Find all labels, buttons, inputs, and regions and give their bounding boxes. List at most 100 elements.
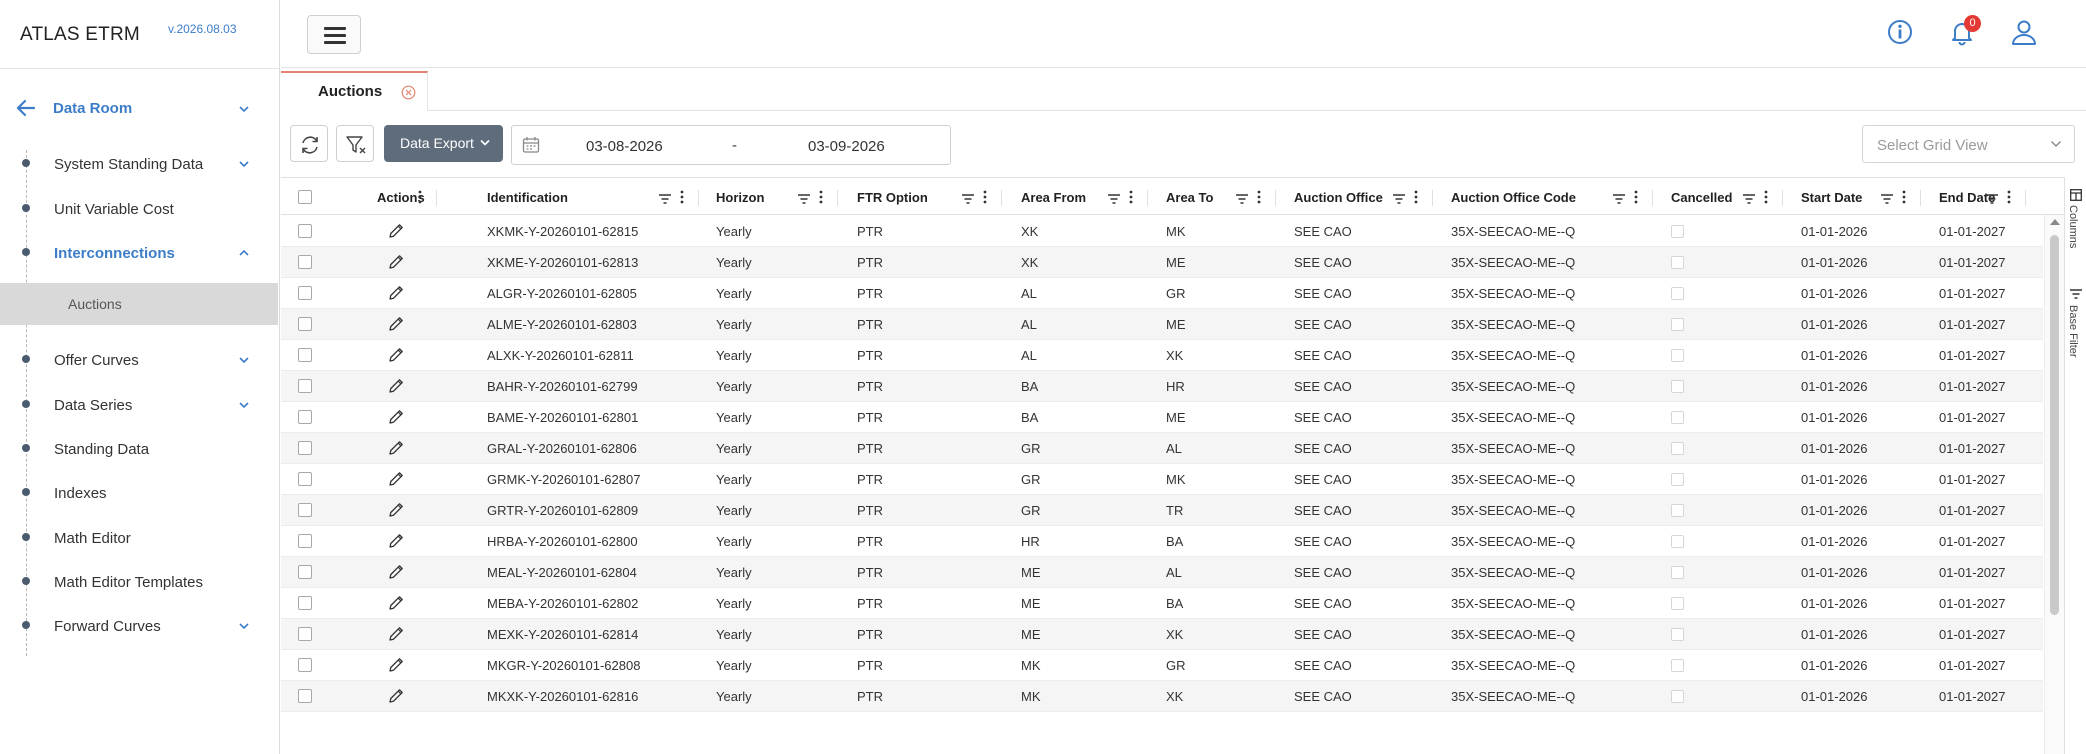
filter-icon[interactable] bbox=[2070, 289, 2082, 299]
filter-icon[interactable] bbox=[1986, 191, 1998, 207]
sidebar-item-standing-data[interactable]: Standing Data bbox=[0, 432, 280, 466]
clear-filter-button[interactable] bbox=[336, 125, 374, 162]
table-row[interactable]: MEBA-Y-20260101-62802 Yearly PTR ME BA SEE CA… bbox=[281, 588, 2043, 619]
column-menu-icon[interactable] bbox=[1414, 190, 1418, 207]
edit-icon[interactable] bbox=[387, 594, 405, 615]
sidebar-item-math-editor[interactable]: Math Editor bbox=[0, 521, 280, 555]
edit-icon[interactable] bbox=[387, 315, 405, 336]
date-to-field[interactable]: 03-09-2026 bbox=[808, 138, 885, 155]
row-checkbox[interactable] bbox=[298, 255, 312, 269]
column-header-identification[interactable]: Identification bbox=[469, 178, 699, 216]
column-header-start-date[interactable]: Start Date bbox=[1783, 178, 1921, 216]
row-checkbox[interactable] bbox=[298, 627, 312, 641]
select-all-checkbox[interactable] bbox=[298, 190, 312, 204]
row-checkbox[interactable] bbox=[298, 596, 312, 610]
edit-icon[interactable] bbox=[387, 625, 405, 646]
sidebar-item-offer-curves[interactable]: Offer Curves bbox=[0, 343, 280, 377]
edit-icon[interactable] bbox=[387, 501, 405, 522]
scroll-thumb[interactable] bbox=[2050, 235, 2059, 615]
column-menu-icon[interactable] bbox=[1902, 190, 1906, 207]
column-menu-icon[interactable] bbox=[2007, 190, 2011, 207]
edit-icon[interactable] bbox=[387, 532, 405, 553]
sidebar-item-unit-variable-cost[interactable]: Unit Variable Cost bbox=[0, 192, 280, 226]
tab-auctions[interactable]: Auctions bbox=[281, 71, 428, 111]
filter-icon[interactable] bbox=[798, 191, 810, 207]
column-header-area-from[interactable]: Area From bbox=[1003, 178, 1148, 216]
table-row[interactable]: BAHR-Y-20260101-62799 Yearly PTR BA HR SEE CA… bbox=[281, 371, 2043, 402]
column-menu-icon[interactable] bbox=[1129, 190, 1133, 207]
table-row[interactable]: GRMK-Y-20260101-62807 Yearly PTR GR MK SEE CA… bbox=[281, 464, 2043, 495]
edit-icon[interactable] bbox=[387, 563, 405, 584]
column-menu-icon[interactable] bbox=[1634, 190, 1638, 207]
chevron-down-icon[interactable] bbox=[238, 158, 250, 170]
close-icon[interactable] bbox=[401, 85, 416, 100]
table-row[interactable]: MEAL-Y-20260101-62804 Yearly PTR ME AL SEE CA… bbox=[281, 557, 2043, 588]
sidebar-item-data-series[interactable]: Data Series bbox=[0, 388, 280, 422]
row-checkbox[interactable] bbox=[298, 689, 312, 703]
column-menu-icon[interactable] bbox=[819, 190, 823, 207]
column-menu-icon[interactable] bbox=[680, 190, 684, 207]
filter-icon[interactable] bbox=[1743, 191, 1755, 207]
scroll-up-icon[interactable] bbox=[2050, 219, 2060, 225]
table-row[interactable]: ALME-Y-20260101-62803 Yearly PTR AL ME SEE CA… bbox=[281, 309, 2043, 340]
row-checkbox[interactable] bbox=[298, 441, 312, 455]
column-header-auction-office-code[interactable]: Auction Office Code bbox=[1433, 178, 1653, 216]
vertical-scrollbar[interactable] bbox=[2044, 215, 2064, 754]
refresh-button[interactable] bbox=[290, 125, 328, 162]
row-checkbox[interactable] bbox=[298, 410, 312, 424]
column-menu-icon[interactable] bbox=[418, 190, 422, 207]
row-checkbox[interactable] bbox=[298, 348, 312, 362]
column-header-ftr-option[interactable]: FTR Option bbox=[839, 178, 1002, 216]
filter-icon[interactable] bbox=[1613, 191, 1625, 207]
edit-icon[interactable] bbox=[387, 222, 405, 243]
sidebar-item-forward-curves[interactable]: Forward Curves bbox=[0, 609, 280, 643]
sidebar-item-math-editor-templates[interactable]: Math Editor Templates bbox=[0, 565, 280, 599]
filter-icon[interactable] bbox=[962, 191, 974, 207]
date-range-picker[interactable]: 03-08-2026 - 03-09-2026 bbox=[511, 125, 951, 165]
row-checkbox[interactable] bbox=[298, 317, 312, 331]
edit-icon[interactable] bbox=[387, 470, 405, 491]
table-row[interactable]: MEXK-Y-20260101-62814 Yearly PTR ME XK SEE CA… bbox=[281, 619, 2043, 650]
row-checkbox[interactable] bbox=[298, 503, 312, 517]
row-checkbox[interactable] bbox=[298, 565, 312, 579]
edit-icon[interactable] bbox=[387, 408, 405, 429]
table-row[interactable]: XKMK-Y-20260101-62815 Yearly PTR XK MK SEE CA… bbox=[281, 216, 2043, 247]
grid-view-select[interactable]: Select Grid View bbox=[1862, 125, 2075, 163]
row-checkbox[interactable] bbox=[298, 379, 312, 393]
chevron-down-icon[interactable] bbox=[238, 354, 250, 366]
data-export-button[interactable]: Data Export bbox=[384, 125, 503, 162]
row-checkbox[interactable] bbox=[298, 472, 312, 486]
user-icon[interactable] bbox=[2010, 18, 2038, 46]
table-row[interactable]: ALGR-Y-20260101-62805 Yearly PTR AL GR SEE CA… bbox=[281, 278, 2043, 309]
column-header-end-date[interactable]: End Date bbox=[1921, 178, 2026, 216]
columns-icon[interactable] bbox=[2070, 189, 2082, 201]
columns-panel-toggle[interactable]: Columns bbox=[2067, 205, 2079, 248]
chevron-down-icon[interactable] bbox=[238, 620, 250, 632]
table-row[interactable]: GRAL-Y-20260101-62806 Yearly PTR GR AL SEE CA… bbox=[281, 433, 2043, 464]
table-row[interactable]: XKME-Y-20260101-62813 Yearly PTR XK ME SEE CA… bbox=[281, 247, 2043, 278]
filter-icon[interactable] bbox=[1108, 191, 1120, 207]
column-menu-icon[interactable] bbox=[1257, 190, 1261, 207]
row-checkbox[interactable] bbox=[298, 224, 312, 238]
sidebar-item-interconnections[interactable]: Interconnections bbox=[0, 236, 280, 270]
filter-icon[interactable] bbox=[1393, 191, 1405, 207]
filter-icon[interactable] bbox=[1881, 191, 1893, 207]
row-checkbox[interactable] bbox=[298, 658, 312, 672]
table-row[interactable]: MKGR-Y-20260101-62808 Yearly PTR MK GR SEE CA… bbox=[281, 650, 2043, 681]
menu-button[interactable] bbox=[307, 15, 361, 54]
chevron-down-icon[interactable] bbox=[238, 399, 250, 411]
arrow-left-icon[interactable] bbox=[16, 98, 36, 118]
column-header-auction-office[interactable]: Auction Office bbox=[1276, 178, 1433, 216]
edit-icon[interactable] bbox=[387, 656, 405, 677]
base-filter-panel-toggle[interactable]: Base Filter bbox=[2067, 305, 2079, 358]
table-row[interactable]: ALXK-Y-20260101-62811 Yearly PTR AL XK SEE CA… bbox=[281, 340, 2043, 371]
table-row[interactable]: BAME-Y-20260101-62801 Yearly PTR BA ME SEE CA… bbox=[281, 402, 2043, 433]
filter-icon[interactable] bbox=[1236, 191, 1248, 207]
chevron-down-icon[interactable] bbox=[238, 103, 250, 115]
row-checkbox[interactable] bbox=[298, 534, 312, 548]
date-from-field[interactable]: 03-08-2026 bbox=[586, 138, 663, 155]
info-icon[interactable] bbox=[1886, 18, 1914, 46]
column-menu-icon[interactable] bbox=[983, 190, 987, 207]
column-menu-icon[interactable] bbox=[1764, 190, 1768, 207]
column-header-horizon[interactable]: Horizon bbox=[698, 178, 838, 216]
